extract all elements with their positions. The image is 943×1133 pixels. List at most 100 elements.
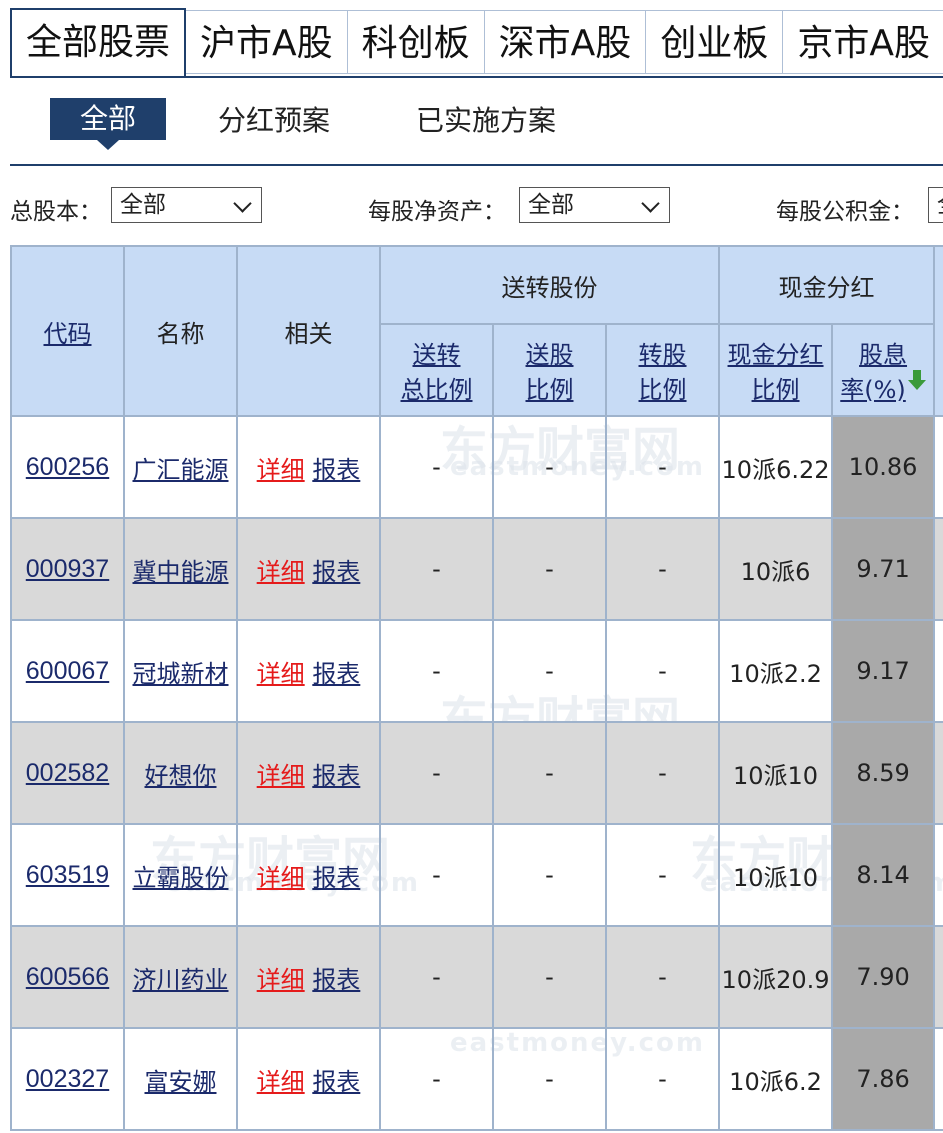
arrow-down-icon[interactable]	[907, 370, 926, 390]
stock-name-link[interactable]: 冠城新材	[133, 660, 229, 688]
cell-bonus-stock: -	[492, 925, 607, 1029]
cell-related: 详细 报表	[236, 415, 381, 519]
header-overflow	[933, 245, 943, 417]
detail-link[interactable]: 详细	[257, 456, 305, 484]
filter-value: 全	[937, 192, 943, 218]
report-link[interactable]: 报表	[312, 966, 360, 994]
stock-name-link[interactable]: 立霸股份	[133, 864, 229, 892]
cell-code: 603519	[10, 823, 125, 927]
detail-link[interactable]: 详细	[257, 966, 305, 994]
detail-link[interactable]: 详细	[257, 864, 305, 892]
filter-label-reserve: 每股公积金：	[776, 199, 914, 225]
header-code[interactable]: 代码	[10, 245, 125, 417]
report-link[interactable]: 报表	[312, 1068, 360, 1096]
report-link[interactable]: 报表	[312, 456, 360, 484]
filter-select-reserve[interactable]: 全	[928, 187, 943, 223]
subtab-proposal[interactable]: 分红预案	[218, 99, 330, 139]
sort-link-cash-ratio[interactable]: 现金分红 比例	[728, 341, 824, 404]
cell-code: 600067	[10, 619, 125, 723]
tab-bj-a[interactable]: 京市A股	[783, 10, 943, 74]
sort-link-bonus-stock[interactable]: 送股 比例	[526, 341, 574, 404]
subtab-implemented[interactable]: 已实施方案	[416, 99, 556, 139]
cell-cash: 10派10	[718, 721, 834, 825]
cell-overflow	[933, 415, 943, 519]
tab-sz-a[interactable]: 深市A股	[484, 10, 647, 74]
stock-code-link[interactable]: 002582	[26, 759, 109, 787]
filter-select-nav[interactable]: 全部	[519, 187, 670, 223]
cell-overflow	[933, 823, 943, 927]
filter-value: 全部	[120, 192, 166, 218]
stock-code-link[interactable]: 600566	[26, 963, 109, 991]
header-cash-ratio[interactable]: 现金分红 比例	[718, 323, 834, 417]
detail-link[interactable]: 详细	[257, 558, 305, 586]
market-tabs: 全部股票 沪市A股 科创板 深市A股 创业板 京市A股	[10, 8, 943, 76]
stock-name-link[interactable]: 济川药业	[133, 966, 229, 994]
detail-link[interactable]: 详细	[257, 1068, 305, 1096]
cell-bonus-total: -	[379, 721, 494, 825]
cell-related: 详细 报表	[236, 1027, 381, 1131]
tab-sh-a[interactable]: 沪市A股	[186, 10, 348, 74]
header-group-cash: 现金分红	[718, 245, 936, 325]
detail-link[interactable]: 详细	[257, 660, 305, 688]
tab-star-market[interactable]: 科创板	[347, 10, 485, 74]
header-bonus-stock[interactable]: 送股 比例	[492, 323, 607, 417]
sort-link-bonus-total[interactable]: 送转 总比例	[401, 341, 473, 404]
cell-code: 002327	[10, 1027, 125, 1131]
cell-overflow	[933, 1027, 943, 1131]
filter-select-total-shares[interactable]: 全部	[111, 187, 262, 223]
cell-transfer: -	[604, 415, 721, 519]
dividend-table: 代码 名称 相关 送转股份 现金分红 送转 总比例 送股 比例 转股 比例 现金分红比…	[10, 245, 943, 1131]
cell-related: 详细 报表	[236, 619, 381, 723]
chevron-down-icon	[233, 194, 252, 213]
sort-link-yield[interactable]: 股息 率(%)	[840, 341, 907, 404]
filter-label-total-shares: 总股本：	[10, 199, 102, 225]
report-link[interactable]: 报表	[312, 558, 360, 586]
cell-bonus-stock: -	[492, 415, 607, 519]
stock-code-link[interactable]: 000937	[26, 555, 109, 583]
cell-overflow	[933, 925, 943, 1029]
table-row: 002327 富安娜 详细 报表 - - -10派6.2 7.86	[10, 1027, 943, 1131]
cell-name: 立霸股份	[123, 823, 238, 927]
tab-all-stocks[interactable]: 全部股票	[10, 8, 187, 76]
cell-code: 600256	[10, 415, 125, 519]
header-group-bonus: 送转股份	[378, 245, 721, 325]
subtab-all[interactable]: 全部	[50, 98, 167, 150]
cell-name: 冀中能源	[123, 517, 238, 621]
stock-code-link[interactable]: 600067	[26, 657, 109, 685]
cell-cash: 10派10	[718, 823, 834, 927]
cell-transfer: -	[604, 925, 721, 1029]
header-yield[interactable]: 股息 率(%)	[831, 323, 936, 417]
filter-bar: 总股本： 全部 每股净资产： 全部 每股公积金： 全	[10, 187, 943, 225]
cell-code: 600566	[10, 925, 125, 1029]
filter-value: 全部	[528, 192, 574, 218]
stock-name-link[interactable]: 富安娜	[145, 1068, 217, 1096]
report-link[interactable]: 报表	[312, 660, 360, 688]
header-transfer[interactable]: 转股 比例	[604, 323, 721, 417]
cell-related: 详细 报表	[236, 517, 381, 621]
cell-cash: 10派6.22	[718, 415, 834, 519]
stock-code-link[interactable]: 002327	[26, 1065, 109, 1093]
table-row: 600566 济川药业 详细 报表 - - -10派20.9 7.90	[10, 925, 943, 1029]
report-link[interactable]: 报表	[312, 864, 360, 892]
cell-name: 冠城新材	[123, 619, 238, 723]
stock-code-link[interactable]: 603519	[26, 861, 109, 889]
tab-chinext[interactable]: 创业板	[646, 10, 784, 74]
stock-name-link[interactable]: 好想你	[145, 762, 217, 790]
table-row: 002582 好想你 详细 报表 - - -10派10 8.59	[10, 721, 943, 825]
filter-label-nav: 每股净资产：	[368, 199, 506, 225]
header-bonus-total[interactable]: 送转 总比例	[379, 323, 494, 417]
cell-related: 详细 报表	[236, 721, 381, 825]
stock-name-link[interactable]: 冀中能源	[133, 558, 229, 586]
section-divider	[10, 164, 943, 166]
cell-overflow	[933, 517, 943, 621]
cell-bonus-total: -	[379, 415, 494, 519]
sort-link-transfer[interactable]: 转股 比例	[639, 341, 687, 404]
sort-link-code[interactable]: 代码	[44, 320, 92, 348]
cell-yield: 7.90	[831, 925, 936, 1029]
detail-link[interactable]: 详细	[257, 762, 305, 790]
stock-name-link[interactable]: 广汇能源	[133, 456, 229, 484]
report-link[interactable]: 报表	[312, 762, 360, 790]
cell-cash: 10派6.2	[718, 1027, 834, 1131]
stock-code-link[interactable]: 600256	[26, 453, 109, 481]
cell-related: 详细 报表	[236, 823, 381, 927]
